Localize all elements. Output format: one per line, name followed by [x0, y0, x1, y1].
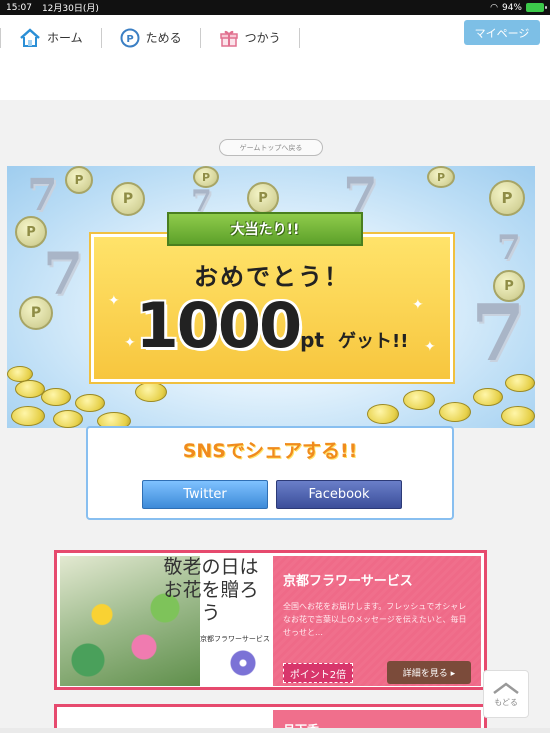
- nav-item-earn[interactable]: P ためる: [102, 15, 200, 60]
- point-coin-decoration: P: [15, 216, 47, 248]
- point-coin-decoration: P: [111, 182, 145, 216]
- offer-image-caption: 敬老の日はお花を贈ろう: [163, 556, 259, 624]
- coin-stack-decoration: [439, 402, 471, 422]
- offer-title: 京都フラワーサービス: [283, 574, 413, 589]
- nav-label-home: ホーム: [47, 31, 83, 45]
- battery-icon: [526, 3, 547, 12]
- offer-image-shop-name: 京都フラワーサービス: [200, 635, 270, 643]
- nav-label-earn: ためる: [145, 31, 182, 45]
- mypage-button[interactable]: マイページ: [464, 20, 540, 45]
- see-details-button[interactable]: 詳細を見る ▸: [387, 661, 471, 684]
- point-coin-decoration: P: [489, 180, 525, 216]
- sparkle-icon: ✦: [124, 335, 136, 351]
- back-to-top-label: もどる: [494, 697, 518, 707]
- header-spacer: [0, 60, 550, 100]
- coin-stack-decoration: [11, 406, 45, 426]
- coin-stack-decoration: [41, 388, 71, 406]
- lucky-seven-decoration: 7: [43, 240, 84, 308]
- congrats-heading: おめでとう！: [194, 263, 350, 291]
- coin-stack-decoration: [473, 388, 503, 406]
- point-coin-decoration: P: [247, 182, 279, 214]
- coin-stack-decoration: [501, 406, 535, 426]
- back-to-game-top-button[interactable]: ゲームトップへ戻る: [219, 139, 323, 156]
- twitter-share-button[interactable]: Twitter: [142, 480, 268, 509]
- sparkle-icon: ✦: [108, 293, 120, 309]
- points-amount: 1000: [135, 289, 303, 362]
- offer-card[interactable]: 敬老の日はお花を贈ろう 京都フラワーサービス 京都フラワーサービス 全国へお花を…: [54, 550, 487, 690]
- lucky-seven-decoration: 7: [471, 288, 526, 379]
- offer-image: 敬老の日はお花を贈ろう 京都フラワーサービス: [60, 556, 270, 686]
- status-time: 15:07: [6, 2, 32, 13]
- coin-stack-decoration: [367, 404, 399, 424]
- get-label: ゲット!!: [338, 331, 409, 352]
- facebook-share-button[interactable]: Facebook: [276, 480, 402, 509]
- point-coin-decoration: P: [427, 166, 455, 188]
- nav-label-use: つかう: [244, 31, 281, 45]
- coin-stack-decoration: [505, 374, 535, 392]
- status-bar: 15:07 12月30日(月) ◠ 94%: [0, 0, 550, 15]
- nav-item-use[interactable]: つかう: [201, 15, 299, 60]
- jackpot-ribbon: 大当たり!!: [155, 212, 375, 248]
- point-coin-decoration: P: [65, 166, 93, 194]
- svg-text:P: P: [126, 34, 133, 45]
- point-coin-decoration: P: [493, 270, 525, 302]
- coin-stack-decoration: [53, 410, 83, 428]
- flower-icon: [228, 648, 258, 678]
- offer-info: 京都フラワーサービス 全国へお花をお届けします。フレッシュでオシャレなお花で言葉…: [273, 556, 481, 686]
- jackpot-banner: 7 7 7 7 7 7 P P P P P P P P P おめでとう！ 100…: [7, 166, 535, 428]
- points-award: 1000pt ゲット!!: [94, 289, 450, 362]
- status-date: 12月30日(月): [41, 4, 99, 14]
- home-icon: [20, 27, 40, 47]
- coin-stack-decoration: [135, 382, 167, 402]
- share-title: SNSでシェアする!!: [182, 440, 358, 462]
- nav-item-home[interactable]: ホーム: [1, 15, 101, 60]
- top-navbar: ホーム P ためる つかう マイページ: [0, 15, 550, 60]
- coin-stack-decoration: [75, 394, 105, 412]
- coin-stack-decoration: [403, 390, 435, 410]
- sparkle-icon: ✦: [424, 339, 436, 355]
- nav-divider: [298, 27, 300, 48]
- points-double-badge: ポイント2倍: [283, 663, 353, 683]
- sparkle-icon: ✦: [412, 297, 424, 313]
- prize-panel: おめでとう！ 1000pt ゲット!! ✦ ✦ ✦ ✦: [91, 234, 453, 382]
- offer-description: 全国へお花をお届けします。フレッシュでオシャレなお花で言葉以上のメッセージを伝え…: [283, 602, 467, 637]
- gift-icon: [219, 30, 238, 47]
- page-bottom-edge: [0, 728, 550, 733]
- point-coin-icon: P: [120, 28, 140, 47]
- sns-share-panel: SNSでシェアする!! Twitter Facebook: [86, 426, 454, 520]
- point-coin-decoration: P: [19, 296, 53, 330]
- battery-percent: 94%: [501, 2, 522, 13]
- back-to-top-button[interactable]: もどる: [483, 670, 529, 718]
- lucky-seven-decoration: 7: [497, 228, 521, 268]
- points-unit: pt: [300, 328, 325, 352]
- chevron-up-icon: [493, 681, 519, 694]
- wifi-icon: ◠: [490, 2, 498, 13]
- point-coin-decoration: P: [193, 166, 219, 188]
- lucky-seven-decoration: 7: [27, 170, 58, 221]
